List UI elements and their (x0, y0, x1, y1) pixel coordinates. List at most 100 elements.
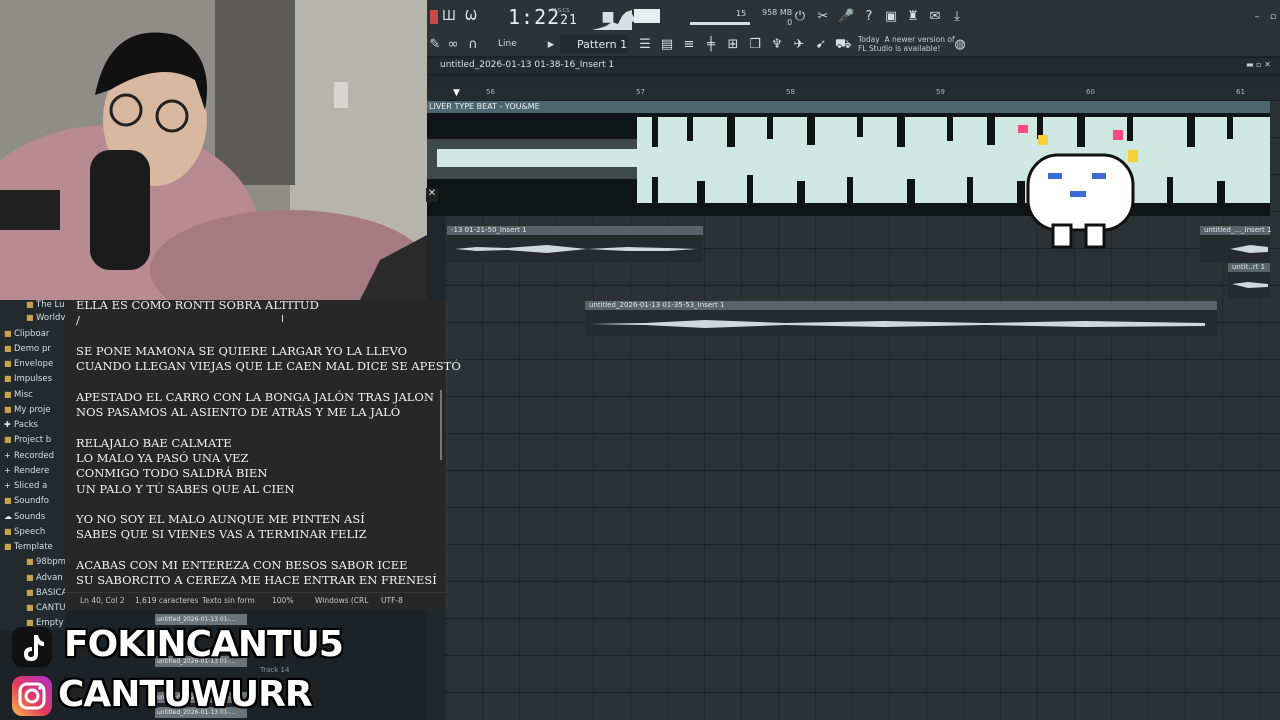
chat-icon[interactable]: ✉ (927, 10, 943, 24)
link-icon[interactable]: ∞ (445, 38, 461, 52)
clipboard-icon[interactable]: ❐ (747, 38, 763, 52)
browser-icon[interactable]: ⊞ (725, 38, 741, 52)
plus-icon: + (4, 481, 11, 490)
minimize-icon[interactable]: – (1249, 10, 1265, 24)
update-notice[interactable]: Today A newer version of FL Studio is av… (858, 35, 955, 53)
browser-item[interactable]: ■ The Lu (26, 300, 64, 310)
touch-keyboard-icon[interactable]: ✈ (791, 38, 807, 52)
browser-item-label: Recorded (14, 451, 54, 461)
browser-item[interactable]: ■ Template (4, 542, 53, 552)
pattern-number: 15 (736, 9, 747, 18)
audio-clip[interactable]: -13 01-21-50_Insert 1 (447, 226, 703, 263)
browser-item[interactable]: ■ Demo pr (4, 344, 51, 354)
download-icon[interactable]: ⤓ (949, 10, 965, 24)
browser-item-label: Speech (14, 527, 46, 537)
beat-clip-header[interactable] (427, 101, 1270, 113)
bar-number: 59 (936, 88, 945, 96)
folder-icon: ■ (4, 359, 12, 368)
audio-clip[interactable]: untitled_..._Insert 1 (1200, 226, 1271, 263)
fl-browser-panel: ■ The Lu ■ Worldv ■ Clipboar ■ Demo pr ■ Enve… (0, 300, 67, 630)
browser-item-label: Misc (14, 390, 33, 400)
browser-item[interactable]: + Recorded (4, 451, 54, 461)
memory-value: 958 MB (762, 8, 793, 17)
browser-item-label: Soundfo (14, 496, 49, 506)
browser-item-label: Sliced a (14, 481, 48, 491)
status-format: Texto sin form (202, 596, 255, 605)
folder-icon: ■ (26, 588, 34, 597)
folder-icon: ■ (4, 435, 12, 444)
folder-icon: ■ (4, 527, 12, 536)
folder-icon: ■ (4, 344, 12, 353)
plugin-icon[interactable]: ♜ (905, 10, 921, 24)
pencil-icon[interactable]: ✎ (427, 38, 443, 52)
tempo-tap-icon[interactable]: ➹ (813, 38, 829, 52)
playlist-title: untitled_2026-01-13 01-38-16_Insert 1 (440, 60, 615, 70)
plus-icon: + (4, 466, 11, 475)
folder-icon: ■ (4, 542, 12, 551)
play-arrow-icon[interactable]: ▸ (543, 38, 559, 52)
browser-item[interactable]: ■ CANTU (26, 603, 66, 613)
track-label: Track 14 (260, 666, 290, 674)
browser-item[interactable]: ■ Envelope (4, 359, 53, 369)
audio-clip[interactable]: untit..rt 1 (1228, 263, 1270, 298)
magnet-icon[interactable]: ∩ (465, 38, 481, 52)
restore-icon[interactable]: ▫ (1265, 10, 1280, 24)
browser-item[interactable]: ✚ Packs (4, 420, 38, 430)
webcam-feed (0, 0, 427, 300)
browser-item[interactable]: ■ Soundfo (4, 496, 49, 506)
browser-item[interactable]: + Rendere (4, 466, 49, 476)
browser-item-label: The Lu (36, 300, 65, 310)
update-date: Today (858, 35, 880, 44)
browser-item-label: BASICA (36, 588, 68, 598)
browser-item[interactable]: ■ Speech (4, 527, 45, 537)
browser-item[interactable]: ■ Clipboar (4, 329, 49, 339)
wave-icon[interactable]: Ѡ (463, 10, 479, 24)
microphone-icon[interactable]: 🎤 (838, 10, 854, 24)
browser-item[interactable]: ■ 98bpm (26, 557, 66, 567)
mixer-faders-icon[interactable]: ╪ (703, 38, 719, 52)
cart-icon[interactable]: ⛟ (835, 38, 851, 52)
browser-item[interactable]: ■ Advan (26, 573, 63, 583)
piano-roll-icon[interactable]: ▤ (659, 38, 675, 52)
browser-item[interactable]: ■ BASICA (26, 588, 67, 598)
browser-item-label: Worldv (36, 313, 66, 323)
snap-icon[interactable]: Ш (441, 10, 457, 24)
help-icon[interactable]: ? (861, 10, 877, 24)
browser-item-label: Impulses (14, 374, 53, 384)
fl-secondary-toolbar: ✎ ∞ ∩ ▸ + ☰ ▤ ≡ ╪ ⊞ ❐ ♆ ✈ ➹ ⛟ ◍ (427, 34, 1280, 56)
notepad-scrollbar[interactable] (440, 390, 442, 460)
memory-meter: 958 MB 0 (762, 8, 792, 28)
master-volume-slider[interactable] (690, 22, 750, 25)
playhead-marker-icon[interactable]: ▼ (453, 88, 460, 98)
clip-waveform (589, 320, 1205, 328)
pattern-preview[interactable] (634, 9, 660, 23)
timeline-ruler[interactable]: 56 57 58 59 60 61 ▼ (427, 88, 1280, 100)
notepad-text-area[interactable]: ELLA ES COMO RONTI SOBRA ALTITUD / SE PO… (76, 298, 461, 589)
clock-centiseconds: 21 (560, 13, 578, 28)
plugin-plug-icon[interactable]: ♆ (769, 38, 785, 52)
audio-clip-beat[interactable] (427, 101, 1270, 216)
browser-item[interactable]: ■ Misc (4, 390, 33, 400)
browser-item-label: CANTU (36, 603, 66, 613)
audio-clip[interactable]: untitled_2026-01-13 01-35-53_Insert 1 (585, 301, 1217, 336)
snap-mode[interactable]: Line (498, 39, 517, 49)
browser-item[interactable]: ■ Project b (4, 435, 51, 445)
browser-item[interactable]: ■ Impulses (4, 374, 52, 384)
channel-rack-icon[interactable]: ≡ (681, 38, 697, 52)
save-icon[interactable]: ▣ (883, 10, 899, 24)
status-zoom[interactable]: 100% (272, 596, 293, 605)
playlist-icon[interactable]: ☰ (637, 38, 653, 52)
browser-item[interactable]: + Sliced a (4, 481, 47, 491)
record-indicator[interactable] (430, 10, 438, 24)
playlist-window-buttons[interactable]: ▬ ▫ ✕ (1246, 60, 1271, 69)
cpu-meter-icon[interactable]: ⏻ (792, 10, 808, 24)
playlist-scrollbar[interactable] (427, 75, 1280, 88)
browser-item[interactable]: ■ Worldv (26, 313, 65, 323)
pattern-selector[interactable]: Pattern 1 (577, 38, 627, 51)
browser-item[interactable]: ■ My proje (4, 405, 51, 415)
close-icon[interactable]: ✕ (426, 188, 438, 202)
browser-item[interactable]: ☁ Sounds (4, 512, 45, 522)
browser-item-label: Packs (14, 420, 38, 430)
mixer-icon[interactable]: ✂ (815, 10, 831, 24)
browser-item-label: Rendere (14, 466, 50, 476)
